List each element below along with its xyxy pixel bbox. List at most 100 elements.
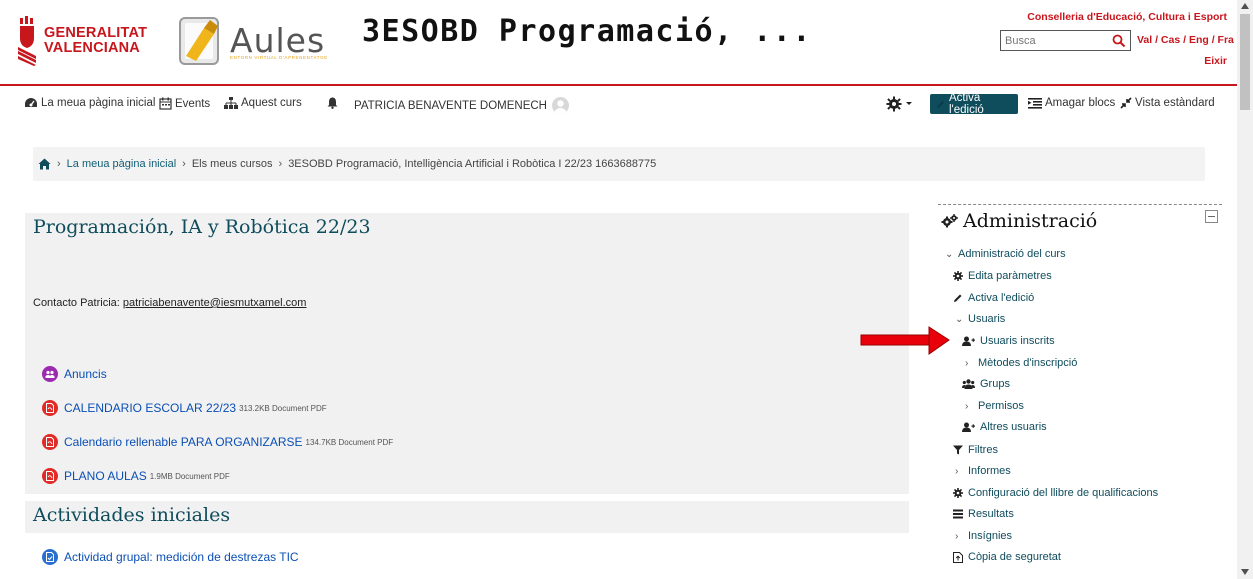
activity-item[interactable]: Calendario rellenable PARA ORGANIZARSE 1… [42,434,393,450]
admin-badges[interactable]: › Insígnies [955,530,1012,542]
user-name: PATRICIA BENAVENTE DOMENECH [354,99,547,112]
breadcrumb-separator: › [57,158,61,170]
notifications-button[interactable] [327,97,341,109]
section-title: Programación, IA y Robótica 22/23 [33,216,371,238]
breadcrumb-item-home[interactable]: La meua pàgina inicial [67,158,176,170]
admin-backup[interactable]: Còpia de seguretat [953,551,1061,563]
admin-course-administration[interactable]: ⌄ Administració del curs [945,248,1066,260]
gear-icon [953,488,963,498]
hide-blocks-button[interactable]: Amagar blocs [1028,97,1115,109]
administration-block: Administració ⌄ Administració del curs E… [938,204,1222,574]
exit-link[interactable]: Eixir [1204,55,1227,67]
admin-groups[interactable]: Grups [962,378,1010,390]
admin-gradebook-setup[interactable]: Configuració del llibre de qualificacion… [953,487,1158,499]
admin-outcomes[interactable]: Resultats [953,508,1014,520]
language-selector[interactable]: Val / Cas / Eng / Fra [1137,34,1234,46]
page-scrollbar[interactable] [1237,0,1253,579]
breadcrumb-item-course[interactable]: 3ESOBD Programació, Intelligència Artifi… [288,158,656,170]
conselleria-link[interactable]: Conselleria d'Educació, Cultura i Esport [1027,11,1227,23]
red-arrow-annotation [860,326,950,355]
pencil-icon [954,294,962,302]
compress-icon [1120,97,1132,109]
admin-item-label: Resultats [968,508,1014,520]
turn-editing-on-button[interactable]: Activa l'edició [930,92,1018,116]
chevron-right-icon: › [965,400,969,412]
section-title: Actividades iniciales [33,504,231,526]
activity-name[interactable]: CALENDARIO ESCOLAR 22/23 [64,401,236,415]
contact-label: Contacto Patricia: [33,297,123,309]
cogs-icon [941,214,958,228]
collapse-block-button[interactable] [1205,210,1218,223]
home-icon[interactable] [38,158,51,170]
assignment-icon [42,549,58,565]
nav-events-label: Events [175,97,211,110]
nav-this-course[interactable]: Aquest curs [224,97,302,109]
contact-email-link[interactable]: patriciabenavente@iesmutxamel.com [123,297,307,309]
admin-item-label: Informes [968,465,1011,477]
activity-name[interactable]: Calendario rellenable PARA ORGANIZARSE [64,435,303,449]
nav-this-course-label: Aquest curs [241,97,302,109]
generalitat-logo[interactable]: GENERALITAT VALENCIANA [18,16,147,66]
pdf-icon [42,400,58,416]
activity-name[interactable]: PLANO AULAS [64,469,147,483]
activity-meta: 134.7KB Document PDF [305,437,394,447]
scroll-down-arrow-icon[interactable] [1241,569,1249,575]
user-menu[interactable]: PATRICIA BENAVENTE DOMENECH [354,97,569,114]
breadcrumb: › La meua pàgina inicial › Els meus curs… [33,147,1205,181]
user-avatar-icon [554,100,567,114]
admin-edit-settings[interactable]: Edita paràmetres [953,270,1052,282]
turn-editing-on-label: Activa l'edició [948,92,984,116]
nav-home-label: La meua pàgina inicial [41,97,156,109]
chevron-down-icon: ⌄ [955,313,964,325]
contact-text: Contacto Patricia: patriciabenavente@ies… [33,297,306,309]
breadcrumb-item-my-courses[interactable]: Els meus cursos [192,158,273,170]
activity-item[interactable]: Actividad grupal: medición de destrezas … [42,549,299,565]
activity-item[interactable]: PLANO AULAS 1.9MB Document PDF [42,468,230,484]
settings-menu[interactable] [886,96,916,112]
search-box[interactable] [1000,30,1131,51]
navigation-bar: La meua pàgina inicial Events Aquest cur… [0,88,1237,122]
aules-logo[interactable]: Aules ENTORN VIRTUAL D'APRENENTATGE [174,14,327,66]
breadcrumb-separator: › [182,158,186,170]
standard-view-button[interactable]: Vista estàndard [1120,97,1215,109]
admin-turn-editing-on[interactable]: Activa l'edició [953,292,1034,304]
gear-icon [886,96,902,112]
admin-item-label: Activa l'edició [968,292,1035,304]
scroll-up-arrow-icon[interactable] [1241,3,1249,9]
activity-item[interactable]: Anuncis [42,366,107,382]
chevron-right-icon: › [955,465,959,477]
admin-reports[interactable]: › Informes [955,465,1011,477]
admin-users[interactable]: ⌄ Usuaris [955,313,1005,325]
search-icon[interactable] [1111,33,1127,49]
admin-item-label: Administració del curs [958,248,1066,260]
admin-enrolled-users[interactable]: Usuaris inscrits [962,335,1055,347]
list-icon [953,509,963,519]
search-input[interactable] [1001,31,1111,50]
admin-other-users[interactable]: Altres usuaris [962,421,1047,433]
admin-item-label: Altres usuaris [980,421,1047,433]
caret-down-icon [906,102,912,105]
admin-filters[interactable]: Filtres [953,444,998,456]
activity-name[interactable]: Anuncis [64,367,107,381]
admin-item-label: Grups [980,378,1010,390]
filter-icon [953,445,963,455]
generalitat-logo-icon [18,16,36,66]
activity-name[interactable]: Actividad grupal: medición de destrezas … [64,550,299,564]
forum-icon [42,366,58,382]
outdent-icon [1028,98,1042,109]
scrollbar-thumb[interactable] [1240,14,1250,110]
gva-line-1: GENERALITAT [44,25,148,41]
admin-item-label: Còpia de seguretat [968,551,1061,563]
nav-events[interactable]: Events [159,97,210,110]
nav-home[interactable]: La meua pàgina inicial [24,97,155,109]
standard-view-label: Vista estàndard [1135,97,1215,109]
pdf-icon [42,468,58,484]
admin-permissions[interactable]: › Permisos [965,400,1024,412]
activity-item[interactable]: CALENDARIO ESCOLAR 22/23 313.2KB Documen… [42,400,327,416]
admin-enrolment-methods[interactable]: › Mètodes d'inscripció [965,357,1077,369]
user-plus-icon [962,422,975,432]
hide-blocks-label: Amagar blocs [1045,97,1116,109]
sitemap-icon [224,97,238,109]
admin-title-label: Administració [963,210,1098,232]
user-plus-icon [962,336,975,346]
